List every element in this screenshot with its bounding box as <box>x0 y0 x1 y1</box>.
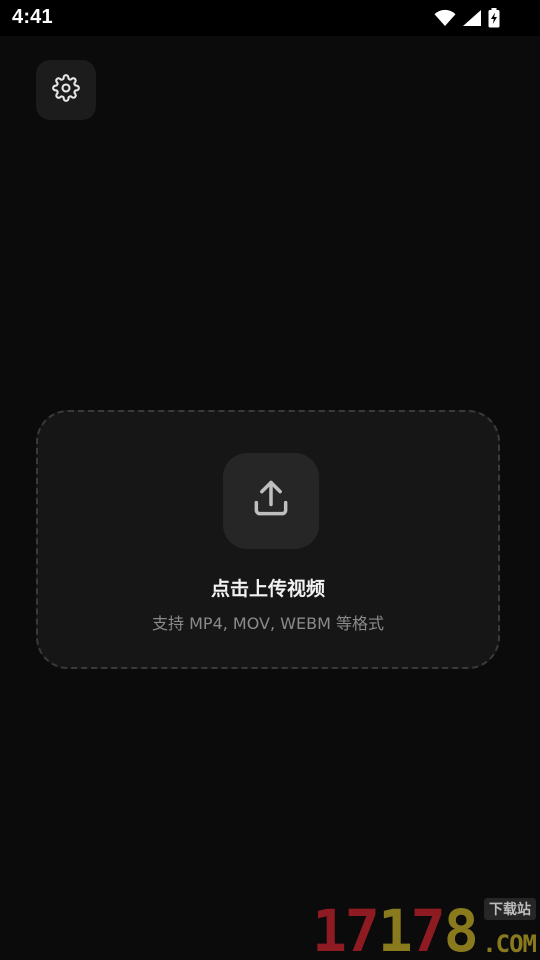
battery-charging-icon <box>488 8 500 28</box>
watermark-domain: .COM <box>482 930 537 958</box>
watermark-number: 17178 <box>312 897 479 960</box>
status-icons <box>434 7 500 29</box>
gear-icon <box>52 74 80 106</box>
upload-title: 点击上传视频 <box>210 578 325 600</box>
upload-format-hint: 支持 MP4, MOV, WEBM 等格式 <box>152 614 384 633</box>
upload-icon-box <box>223 453 319 549</box>
cellular-signal-icon <box>462 9 482 27</box>
wifi-icon <box>434 9 456 27</box>
app-screen: 4:41 点击上传视频 支持 MP4, MOV, WEBM 等格式 17178 … <box>0 0 540 960</box>
watermark-logo: 17178 下载站 .COM <box>312 898 538 960</box>
status-bar: 4:41 <box>0 0 540 36</box>
watermark-tag: 下载站 <box>484 898 536 920</box>
upload-icon <box>249 477 293 525</box>
upload-dropzone[interactable]: 点击上传视频 支持 MP4, MOV, WEBM 等格式 <box>36 410 500 669</box>
settings-button[interactable] <box>36 60 96 120</box>
status-time: 4:41 <box>12 6 53 28</box>
